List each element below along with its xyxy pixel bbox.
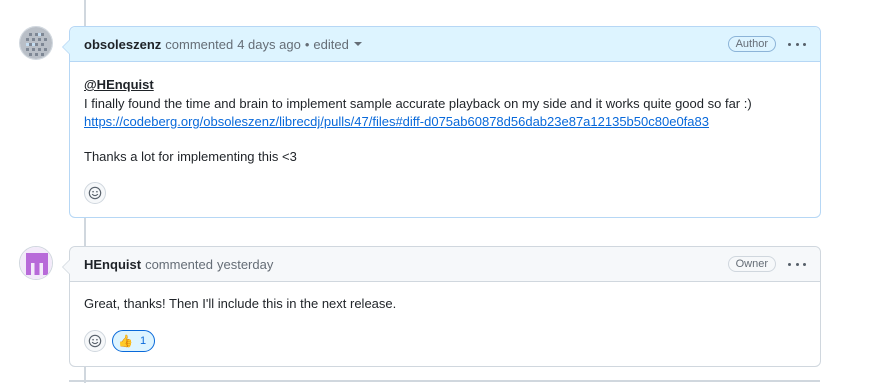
comment-header: obsoleszenz commented 4 days ago • edite… [70, 27, 820, 62]
smiley-icon [88, 334, 102, 347]
comment-card-henquist: HEnquist commented yesterday Owner Great… [62, 246, 821, 367]
comment-author[interactable]: HEnquist [84, 257, 141, 272]
thumbs-up-reaction[interactable]: 👍 1 [112, 329, 156, 352]
comment-body: @HEnquist I finally found the time and b… [70, 62, 820, 166]
comment-text-line: Great, thanks! Then I'll include this in… [84, 296, 397, 311]
smiley-icon [88, 186, 102, 200]
comment-timestamp[interactable]: 4 days ago [237, 37, 301, 52]
owner-badge: Owner [727, 256, 776, 272]
avatar-henquist[interactable] [19, 246, 53, 280]
add-reaction-button[interactable] [84, 329, 106, 352]
user-mention[interactable]: @HEnquist [84, 77, 154, 92]
kebab-menu-icon[interactable] [788, 262, 806, 266]
comment-body: Great, thanks! Then I'll include this in… [70, 282, 820, 314]
comment-header: HEnquist commented yesterday Owner [70, 247, 820, 282]
author-badge: Author [727, 36, 776, 52]
reactions-bar: 👍 1 [70, 329, 820, 352]
diff-link[interactable]: https://codeberg.org/obsoleszenz/librecd… [84, 114, 709, 129]
comment-arrow [62, 259, 70, 275]
timeline-divider [69, 380, 820, 382]
comment-arrow [62, 39, 70, 55]
add-reaction-button[interactable] [84, 182, 106, 204]
avatar-obsoleszenz[interactable] [19, 26, 53, 60]
reactions-bar [70, 182, 820, 204]
kebab-menu-icon[interactable] [788, 42, 806, 46]
comment-text-line: Thanks a lot for implementing this <3 [84, 148, 297, 164]
edited-separator: • [304, 36, 310, 52]
reaction-count: 1 [139, 334, 147, 347]
comment-action: commented [165, 36, 234, 52]
comment-card-obsoleszenz: obsoleszenz commented 4 days ago • edite… [62, 26, 821, 218]
comment-action: commented [145, 256, 213, 272]
comment-author[interactable]: obsoleszenz [84, 37, 161, 52]
comment-timestamp[interactable]: yesterday [217, 257, 273, 272]
thumbs-up-icon: 👍 [118, 333, 133, 348]
edited-dropdown[interactable]: edited [313, 36, 362, 52]
comment-text-line: I finally found the time and brain to im… [84, 95, 752, 111]
edited-label: edited [313, 36, 349, 52]
caret-down-icon [353, 42, 362, 46]
